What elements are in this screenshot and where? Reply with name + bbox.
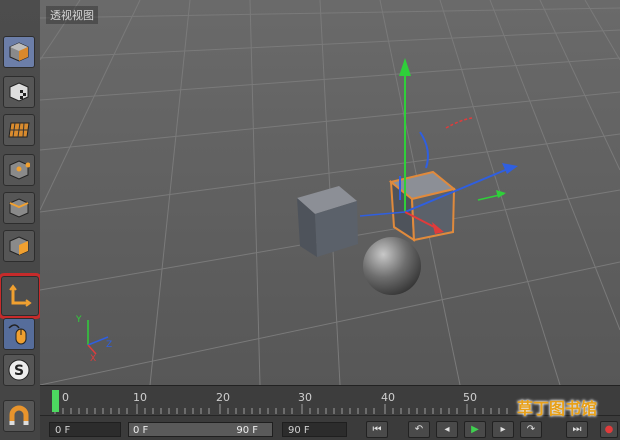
snap-button[interactable]: S [3, 354, 35, 386]
play-button[interactable]: ▶ [464, 421, 486, 438]
record-icon: ● [604, 424, 614, 435]
end-frame-field[interactable]: 90 F [282, 422, 347, 437]
go-to-end-button[interactable]: ⏭ [566, 421, 588, 438]
range-end-label: 90 F [236, 425, 258, 436]
checker-cube-button[interactable] [3, 76, 35, 108]
axis-icon [9, 284, 32, 307]
polygons-cube-icon [9, 236, 29, 256]
range-start-label: 0 F [133, 425, 149, 436]
svg-text:S: S [14, 363, 24, 379]
edges-mode-button[interactable] [3, 192, 35, 224]
watermark: 草丁图书馆 [517, 399, 598, 418]
cube-icon [9, 42, 29, 62]
plane-grid-icon [8, 122, 30, 138]
sphere [363, 237, 421, 295]
step-forward-icon: ▸ [500, 424, 506, 435]
checker-cube-icon [9, 82, 29, 102]
snap-s-icon: S [8, 359, 30, 381]
gray-cube [297, 186, 358, 257]
play-icon: ▶ [471, 424, 479, 435]
axis-label-x: X [90, 354, 96, 364]
go-to-start-icon: ⏮ [372, 424, 382, 435]
go-to-end-icon: ⏭ [572, 424, 582, 435]
tick-label: 30 [298, 391, 312, 404]
tick-label: 10 [133, 391, 147, 404]
cube-icon-button[interactable] [3, 36, 35, 68]
record-button[interactable]: ● [600, 421, 618, 438]
current-frame-field[interactable]: 0 F [49, 422, 121, 437]
tick-label: 0 [62, 391, 69, 404]
tick-label: 50 [463, 391, 477, 404]
tick-label: 20 [216, 391, 230, 404]
frame-range-slider[interactable]: 0 F 90 F [128, 422, 273, 437]
left-toolbar: S [0, 0, 42, 440]
viewport-scene: Y Z X [40, 0, 620, 385]
next-key-icon: ↷ [526, 424, 536, 435]
step-back-button[interactable]: ◂ [436, 421, 458, 438]
polygons-mode-button[interactable] [3, 230, 35, 262]
axis-label-y: Y [75, 315, 82, 325]
magnet-icon [9, 405, 29, 425]
axis-mode-button[interactable] [0, 273, 42, 319]
tick-label: 40 [381, 391, 395, 404]
tweak-mode-button[interactable] [3, 318, 35, 350]
points-cube-icon [9, 160, 30, 180]
cinema4d-window: S Y Z X 透视视图 0 10 20 30 40 50 0 F 0 F 90… [0, 0, 620, 440]
step-forward-button[interactable]: ▸ [492, 421, 514, 438]
grid-plane-button[interactable] [3, 114, 35, 146]
magnet-button[interactable] [3, 400, 35, 432]
axis-label-z: Z [106, 340, 112, 350]
playhead-marker [52, 390, 59, 412]
mouse-icon [8, 324, 27, 345]
viewport-title: 透视视图 [46, 6, 98, 24]
edges-cube-icon [9, 198, 29, 218]
step-back-icon: ◂ [444, 424, 450, 435]
previous-key-icon: ↶ [414, 424, 424, 435]
perspective-viewport[interactable]: Y Z X 透视视图 [40, 0, 620, 385]
points-mode-button[interactable] [3, 154, 35, 186]
next-key-button[interactable]: ↷ [520, 421, 542, 438]
go-to-start-button[interactable]: ⏮ [366, 421, 388, 438]
previous-key-button[interactable]: ↶ [408, 421, 430, 438]
